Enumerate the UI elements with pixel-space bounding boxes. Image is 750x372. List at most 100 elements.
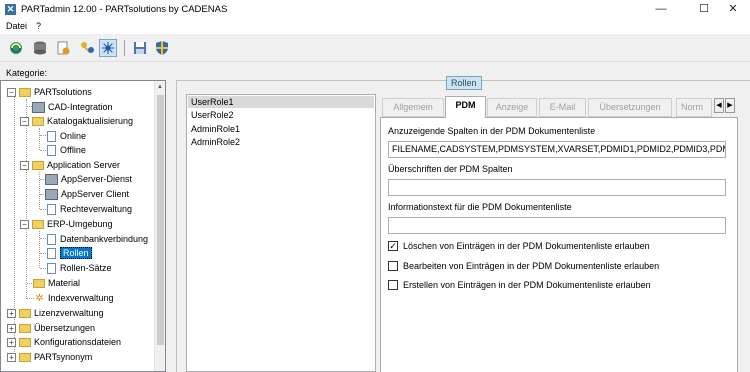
tree-item-lizenzverwaltung[interactable]: + Lizenzverwaltung [7,306,104,320]
tree-item-label: Rollen-Sätze [60,263,112,273]
tree-item-katalogaktualisierung[interactable]: − Katalogaktualisierung [20,114,133,128]
role-item[interactable]: UserRole1 [188,96,374,108]
columns-field[interactable]: FILENAME,CADSYSTEM,PDMSYSTEM,XVARSET,PDM… [388,141,726,158]
folder-icon [32,116,44,126]
collapse-icon[interactable]: − [20,116,29,126]
delete-entries-option[interactable]: ✓ Löschen von Einträgen in der PDM Dokum… [388,240,650,252]
tree-guide-line [26,99,27,299]
tree-item-label: PARTsynonym [34,352,93,362]
headers-label: Überschriften der PDM Spalten [388,164,513,174]
folder-icon [32,160,44,170]
collapse-icon[interactable]: − [20,219,29,229]
scrollbar-thumb[interactable] [157,95,164,345]
group-title: Rollen [446,76,482,90]
key-user-icon[interactable] [78,39,96,57]
tree-item-label: Lizenzverwaltung [34,308,104,318]
tree-item-offline[interactable]: Offline [47,143,86,157]
category-label: Kategorie: [6,68,48,78]
refresh-icon[interactable] [7,39,25,57]
edit-entries-checkbox[interactable] [388,261,398,271]
toolbar-separator [124,40,125,56]
tree-item-appserver-dienst[interactable]: AppServer-Dienst [45,172,132,186]
collapse-icon[interactable]: − [7,87,16,97]
tree-item-cad-integration[interactable]: CAD-Integration [32,100,113,114]
tree-item-label: Indexverwaltung [48,293,114,303]
expand-icon[interactable]: + [7,323,16,333]
folder-icon [19,352,31,362]
info-text-label: Informationstext für die PDM Dokumentenl… [388,202,572,212]
network-settings-icon[interactable] [99,39,117,57]
tree-item-label: Konfigurationsdateien [34,337,122,347]
tab-scroll-left-icon[interactable]: ◀ [714,98,724,113]
shield-icon[interactable] [153,39,171,57]
folder-icon [19,308,31,318]
tree-item-label: PARTsolutions [34,87,92,97]
tree-item-material[interactable]: Material [33,276,80,290]
edit-entries-option[interactable]: Bearbeiten von Einträgen in der PDM Doku… [388,260,659,272]
delete-entries-checkbox[interactable]: ✓ [388,241,398,251]
create-entries-checkbox[interactable] [388,280,398,290]
appserver-service-icon [45,173,58,185]
document-icon [47,130,56,142]
tree-item-label: Offline [60,145,86,155]
tab-allgemein[interactable]: Allgemein [382,98,444,117]
minimize-button[interactable]: — [644,1,678,18]
document-icon [47,247,56,259]
tree-item-appserver-client[interactable]: AppServer Client [45,187,129,201]
role-item[interactable]: AdminRole1 [190,123,240,135]
tree-item-rollen[interactable]: Rollen [47,246,92,260]
menu-bar: Datei ? [0,19,750,34]
tree-item-erp-umgebung[interactable]: − ERP-Umgebung [20,217,113,231]
role-list[interactable]: UserRole1 UserRole2 AdminRole1 AdminRole… [186,94,376,372]
document-icon [47,233,56,245]
scroll-up-icon[interactable]: ▲ [157,84,163,90]
role-item[interactable]: UserRole2 [190,109,234,121]
checkbox-label: Löschen von Einträgen in der PDM Dokumen… [403,241,650,251]
tab-uebersetzungen[interactable]: Übersetzungen [588,98,672,117]
headers-field[interactable] [388,179,726,196]
close-button[interactable]: ✕ [716,1,750,18]
info-text-field[interactable] [388,217,726,234]
tree-item-konfigurationsdateien[interactable]: + Konfigurationsdateien [7,335,121,349]
tree-item-application-server[interactable]: − Application Server [20,158,120,172]
folder-icon [32,219,44,229]
checkbox-label: Bearbeiten von Einträgen in der PDM Doku… [403,261,660,271]
expand-icon[interactable]: + [7,337,16,347]
tree-item-label: Online [60,131,87,141]
tree-item-uebersetzungen[interactable]: + Übersetzungen [7,321,95,335]
tree-scrollbar[interactable]: ▲ [154,81,165,371]
menu-help[interactable]: ? [36,21,41,31]
tree-item-online[interactable]: Online [47,129,86,143]
tab-bar: Allgemein PDM Anzeige E-Mail Übersetzung… [380,96,738,118]
tab-email[interactable]: E-Mail [539,98,586,117]
title-bar: ✕ PARTadmin 12.00 - PARTsolutions by CAD… [0,0,750,19]
app-icon: ✕ [5,4,16,15]
collapse-icon[interactable]: − [20,160,29,170]
tree-item-label: Katalogaktualisierung [47,116,134,126]
expand-icon[interactable]: + [7,352,16,362]
tree-item-datenbankverbindung[interactable]: Datenbankverbindung [47,232,148,246]
appserver-client-icon [45,188,58,200]
category-tree[interactable]: − PARTsolutions CAD-Integration − Katalo… [0,80,166,372]
tab-scroll-right-icon[interactable]: ▶ [725,98,735,113]
tree-item-rechteverwaltung[interactable]: Rechteverwaltung [47,202,132,216]
folder-icon [19,323,31,333]
cad-integration-icon [32,101,45,113]
toolbar [0,34,750,62]
tree-item-indexverwaltung[interactable]: ✲ Indexverwaltung [34,291,114,305]
tree-item-partsolutions[interactable]: − PARTsolutions [7,85,92,99]
document-settings-icon[interactable] [54,39,72,57]
tree-item-partsynonym[interactable]: + PARTsynonym [7,350,92,364]
save-icon[interactable] [131,39,149,57]
role-item[interactable]: AdminRole2 [190,136,240,148]
create-entries-option[interactable]: Erstellen von Einträgen in der PDM Dokum… [388,279,651,291]
database-tool-icon[interactable] [31,39,49,57]
document-icon [47,262,56,274]
tab-pdm[interactable]: PDM [445,96,486,118]
menu-datei[interactable]: Datei [6,21,27,31]
tree-item-label: Datenbankverbindung [60,234,149,244]
tree-item-rollen-saetze[interactable]: Rollen-Sätze [47,261,112,275]
tab-norm[interactable]: Norm [676,98,712,117]
expand-icon[interactable]: + [7,308,16,318]
tab-anzeige[interactable]: Anzeige [487,98,537,117]
